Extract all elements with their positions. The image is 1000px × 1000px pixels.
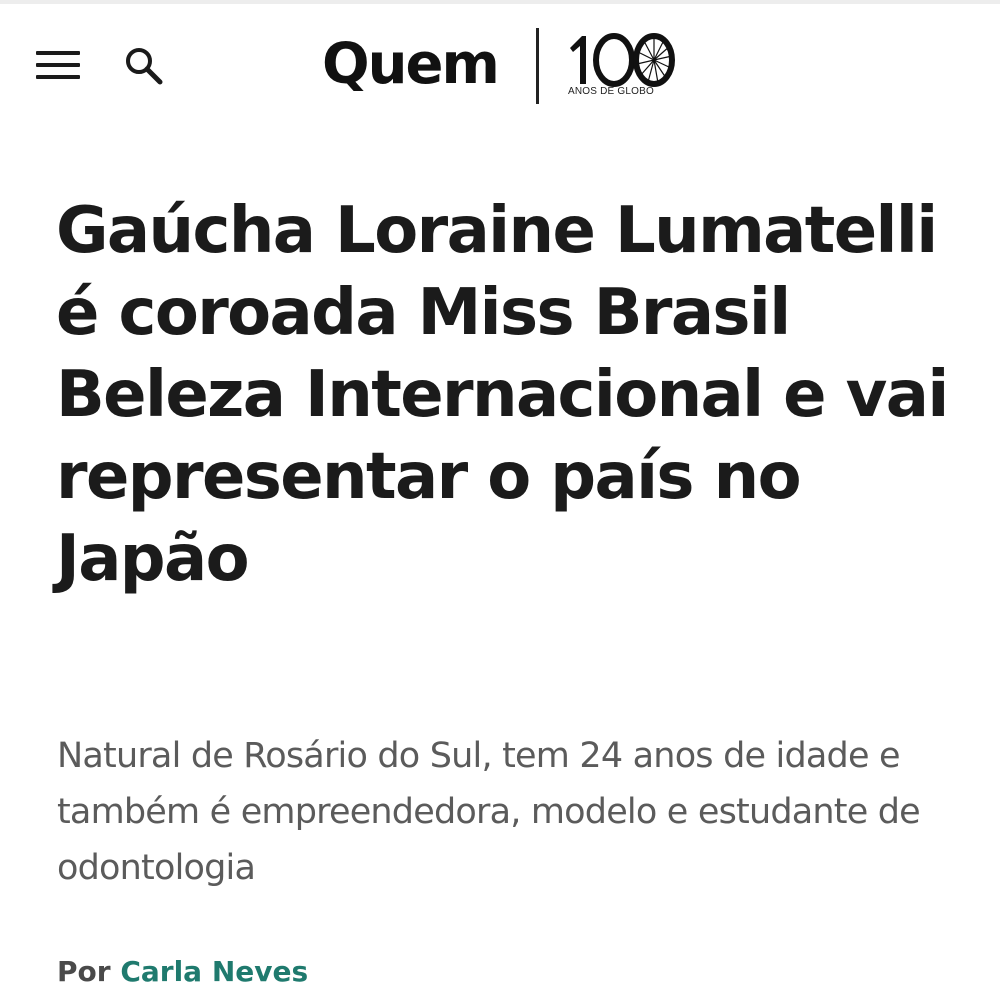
search-icon-graphic bbox=[126, 48, 163, 85]
site-logo[interactable]: Quem ANOS DE GLOBO bbox=[322, 24, 702, 108]
article-subtitle: Natural de Rosário do Sul, tem 24 anos d… bbox=[57, 736, 921, 888]
quem-logo-text: Quem bbox=[322, 32, 500, 97]
menu-bar bbox=[36, 75, 80, 79]
logo-divider bbox=[536, 28, 539, 104]
article-byline: Por Carla Neves bbox=[57, 950, 308, 994]
menu-bar bbox=[36, 63, 80, 67]
author-link[interactable]: Carla Neves bbox=[120, 955, 308, 988]
hamburger-menu-icon[interactable] bbox=[36, 49, 82, 81]
site-header: Quem ANOS DE GLOBO bbox=[0, 4, 1000, 130]
search-icon[interactable] bbox=[122, 44, 168, 90]
byline-prefix: Por bbox=[57, 955, 111, 988]
anniversary-caption: ANOS DE GLOBO bbox=[568, 86, 654, 97]
menu-bar bbox=[36, 51, 80, 55]
article-headline: Gaúcha Loraine Lumatelli é coroada Miss … bbox=[56, 194, 949, 596]
